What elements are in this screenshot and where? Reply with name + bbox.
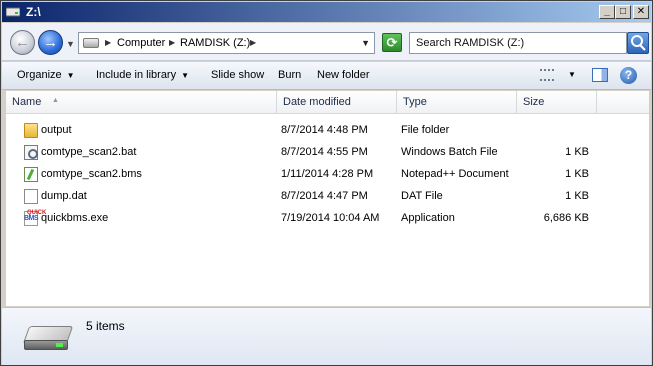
search-button[interactable] bbox=[627, 32, 649, 54]
forward-arrow-icon: → bbox=[43, 34, 58, 51]
forward-button[interactable]: → bbox=[38, 30, 63, 55]
file-type: File folder bbox=[401, 124, 450, 136]
organize-menu[interactable]: Organize ▼ bbox=[17, 69, 75, 81]
file-row[interactable]: comtype_scan2.bms 1/11/2014 4:28 PM Note… bbox=[6, 164, 649, 186]
file-date: 7/19/2014 10:04 AM bbox=[281, 212, 380, 224]
breadcrumb-computer[interactable]: Computer bbox=[117, 37, 165, 49]
column-header-name[interactable]: Name ▲ bbox=[6, 91, 277, 114]
breadcrumb-chevron-icon[interactable]: ▶ bbox=[250, 38, 256, 47]
search-placeholder: Search RAMDISK (Z:) bbox=[416, 37, 525, 49]
item-count: 5 items bbox=[86, 319, 125, 333]
drive-icon bbox=[22, 322, 74, 354]
back-arrow-icon: ← bbox=[15, 34, 30, 51]
command-bar: Organize ▼ Include in library ▼ Slide show… bbox=[2, 62, 651, 90]
file-size: 1 KB bbox=[565, 190, 589, 202]
file-row[interactable]: dump.dat 8/7/2014 4:47 PM DAT File 1 KB bbox=[6, 186, 649, 208]
file-size: 1 KB bbox=[565, 146, 589, 158]
file-row[interactable]: comtype_scan2.bat 8/7/2014 4:55 PM Windo… bbox=[6, 142, 649, 164]
explorer-window: Z:\ _ □ ✕ ← → ▼ ▶ Computer ▶ RAMDISK (Z:… bbox=[0, 0, 653, 366]
file-date: 8/7/2014 4:48 PM bbox=[281, 124, 368, 136]
column-header-date[interactable]: Date modified bbox=[277, 91, 397, 114]
column-header-type[interactable]: Type bbox=[397, 91, 517, 114]
maximize-button[interactable]: □ bbox=[615, 5, 631, 19]
file-type: Application bbox=[401, 212, 455, 224]
column-size-label: Size bbox=[523, 96, 545, 108]
refresh-button[interactable]: ⟳ bbox=[382, 33, 402, 52]
file-name: output bbox=[41, 124, 72, 136]
file-type: Windows Batch File bbox=[401, 146, 498, 158]
column-name-label: Name bbox=[12, 96, 42, 108]
file-type: Notepad++ Document bbox=[401, 168, 509, 180]
file-size: 6,686 KB bbox=[543, 212, 589, 224]
file-date: 1/11/2014 4:28 PM bbox=[281, 168, 374, 180]
breadcrumb-chevron-icon[interactable]: ▶ bbox=[169, 38, 175, 47]
address-bar[interactable]: ▶ Computer ▶ RAMDISK (Z:) ▶ ▼ bbox=[78, 32, 375, 54]
window-title: Z:\ bbox=[26, 5, 41, 19]
organize-label: Organize bbox=[17, 69, 62, 81]
breadcrumb-chevron-icon[interactable]: ▶ bbox=[105, 38, 111, 47]
file-date: 8/7/2014 4:55 PM bbox=[281, 146, 368, 158]
back-button[interactable]: ← bbox=[10, 30, 35, 55]
chevron-down-icon[interactable]: ▼ bbox=[568, 70, 576, 79]
close-button[interactable]: ✕ bbox=[633, 5, 649, 19]
burn-button[interactable]: Burn bbox=[278, 69, 301, 81]
column-header-filler bbox=[597, 91, 649, 114]
drive-icon bbox=[5, 5, 21, 17]
column-date-label: Date modified bbox=[283, 96, 351, 108]
notepadpp-file-icon bbox=[24, 167, 38, 182]
help-button[interactable]: ? bbox=[620, 67, 637, 84]
navigation-bar: ← → ▼ ▶ Computer ▶ RAMDISK (Z:) ▶ ▼ ⟳ Se… bbox=[2, 23, 651, 61]
minimize-button[interactable]: _ bbox=[599, 5, 615, 19]
file-row[interactable]: QUICK BMS quickbms.exe 7/19/2014 10:04 AM… bbox=[6, 208, 649, 230]
batch-file-icon bbox=[24, 145, 38, 160]
title-bar[interactable]: Z:\ _ □ ✕ bbox=[2, 2, 651, 22]
file-date: 8/7/2014 4:47 PM bbox=[281, 190, 368, 202]
include-in-library-menu[interactable]: Include in library ▼ bbox=[96, 69, 189, 81]
view-options-icon[interactable] bbox=[540, 69, 554, 81]
file-name: dump.dat bbox=[41, 190, 87, 202]
file-row[interactable]: output 8/7/2014 4:48 PM File folder bbox=[6, 120, 649, 142]
file-type: DAT File bbox=[401, 190, 443, 202]
folder-icon bbox=[24, 123, 38, 138]
file-name: quickbms.exe bbox=[41, 212, 109, 224]
new-folder-button[interactable]: New folder bbox=[317, 69, 370, 81]
search-input[interactable]: Search RAMDISK (Z:) bbox=[409, 32, 627, 54]
preview-pane-icon[interactable] bbox=[592, 68, 608, 82]
file-name: comtype_scan2.bat bbox=[41, 146, 137, 158]
slide-show-button[interactable]: Slide show bbox=[211, 69, 264, 81]
column-type-label: Type bbox=[403, 96, 427, 108]
search-icon bbox=[631, 35, 646, 51]
chevron-down-icon: ▼ bbox=[181, 71, 190, 80]
computer-drive-icon bbox=[83, 38, 99, 48]
sort-ascending-icon: ▲ bbox=[52, 97, 59, 104]
file-name: comtype_scan2.bms bbox=[41, 168, 142, 180]
recent-pages-dropdown[interactable]: ▼ bbox=[66, 39, 75, 49]
include-in-library-label: Include in library bbox=[96, 69, 177, 81]
chevron-down-icon: ▼ bbox=[66, 71, 75, 80]
file-size: 1 KB bbox=[565, 168, 589, 180]
file-list: Name ▲ Date modified Type Size output 8/… bbox=[6, 91, 649, 306]
column-header-size[interactable]: Size bbox=[517, 91, 597, 114]
quickbms-app-icon: QUICK BMS bbox=[24, 210, 46, 226]
generic-file-icon bbox=[24, 189, 38, 204]
breadcrumb-ramdisk[interactable]: RAMDISK (Z:) bbox=[180, 37, 250, 49]
details-pane: 5 items bbox=[2, 307, 651, 365]
address-dropdown-icon[interactable]: ▼ bbox=[361, 38, 370, 48]
